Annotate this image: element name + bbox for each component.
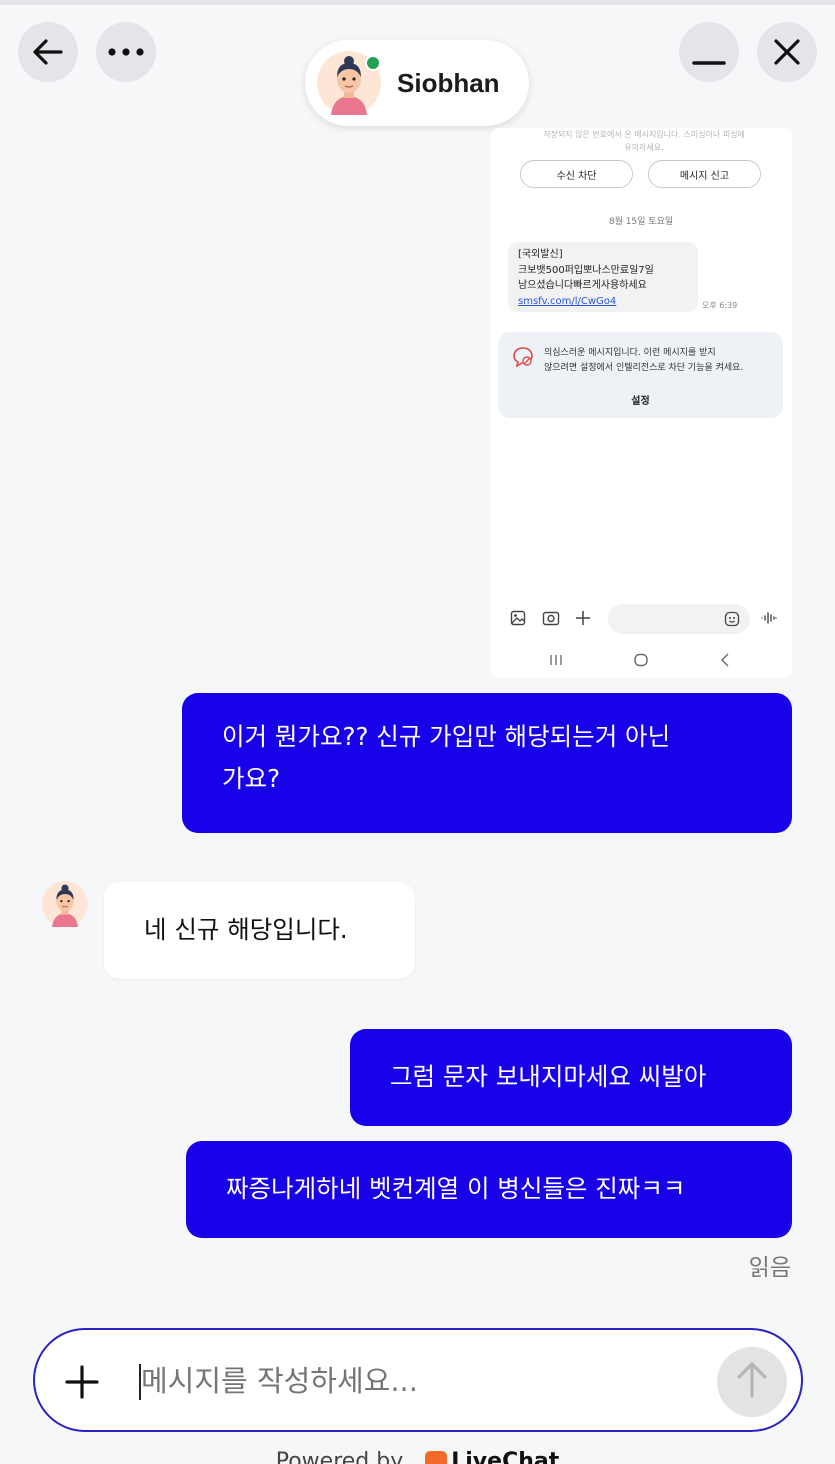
camera-icon [542,610,560,630]
send-arrow-icon [735,1361,769,1403]
screenshot-warning-card: 의심스러운 메시지입니다. 이런 메시지를 받지 않으려면 설정에서 인텔리전스… [498,332,783,418]
livechat-logo-icon [425,1451,448,1464]
screenshot-nav-bar [490,650,792,672]
online-status-dot [365,55,381,71]
voice-wave-icon [760,610,778,630]
screenshot-sms-bubble: [국외발신] 크보뱃500퍼입뽀나스만료일7일 남으셨습니다빠르게사용하세요 s… [508,242,698,312]
read-receipt: 읽음 [748,1255,791,1281]
text-caret [139,1364,141,1400]
message-text: 그럼 문자 보내지마세요 씨발아 [390,1062,707,1091]
screenshot-date: 8월 15일 토요일 [608,217,674,227]
minimize-button[interactable] [679,22,739,82]
recent-apps-icon [549,652,563,671]
screenshot-compose-bar [490,604,792,634]
plus-icon [575,610,591,630]
screenshot-block-button: 수신 차단 [520,160,633,188]
message-text-line: 이거 뭔가요?? 신규 가입만 해당되는거 아닌 [222,722,671,751]
close-button[interactable] [757,22,817,82]
screenshot-faded-notice: 저장되지 않은 번호에서 온 메시지입니다. 스미싱이나 피싱에 유의하세요. [543,130,745,152]
brand-link[interactable]: LiveChat [451,1449,559,1464]
screenshot-sms-link: smsfv.com/l/CwGo4 [518,295,617,307]
agent-avatar-icon [42,881,88,927]
more-options-button[interactable] [96,22,156,82]
top-divider [0,0,835,5]
send-button[interactable] [717,1347,787,1417]
screenshot-message-field [608,604,750,634]
outgoing-message-bubble: 짜증나게하네 벳컨계열 이 병신들은 진짜ㅋㅋ [186,1141,792,1238]
arrow-left-icon [31,35,65,69]
message-text: 짜증나게하네 벳컨계열 이 병신들은 진짜ㅋㅋ [226,1174,686,1203]
warning-bubble-icon [512,346,534,372]
message-text-line: 가요? [222,764,281,793]
more-horizontal-icon [106,47,146,57]
message-composer [33,1328,803,1432]
powered-by-footer: Powered by LiveChat [0,1449,835,1464]
message-text: 네 신규 해당입니다. [144,915,348,944]
minimize-icon [692,35,726,69]
emoji-icon [724,611,740,631]
agent-header: Siobhan [305,40,529,126]
message-input[interactable] [139,1356,699,1406]
avatar [317,51,381,115]
image-icon [510,610,526,630]
screenshot-settings-link: 설정 [631,396,650,407]
outgoing-message-bubble: 그럼 문자 보내지마세요 씨발아 [350,1029,792,1126]
back-button[interactable] [18,22,78,82]
screenshot-sms-time: 오후 6:39 [702,301,738,310]
close-icon [772,37,802,67]
back-nav-icon [719,652,731,671]
plus-icon[interactable] [65,1365,99,1403]
screenshot-report-button: 메시지 신고 [648,160,761,188]
agent-message-avatar [42,881,88,927]
attached-screenshot-image[interactable]: 저장되지 않은 번호에서 온 메시지입니다. 스미싱이나 피싱에 유의하세요. … [490,128,792,678]
home-icon [633,652,649,671]
outgoing-message-bubble: 이거 뭔가요?? 신규 가입만 해당되는거 아닌 가요? [182,693,792,833]
incoming-message-bubble: 네 신규 해당입니다. [104,882,415,979]
agent-name: Siobhan [397,67,500,98]
